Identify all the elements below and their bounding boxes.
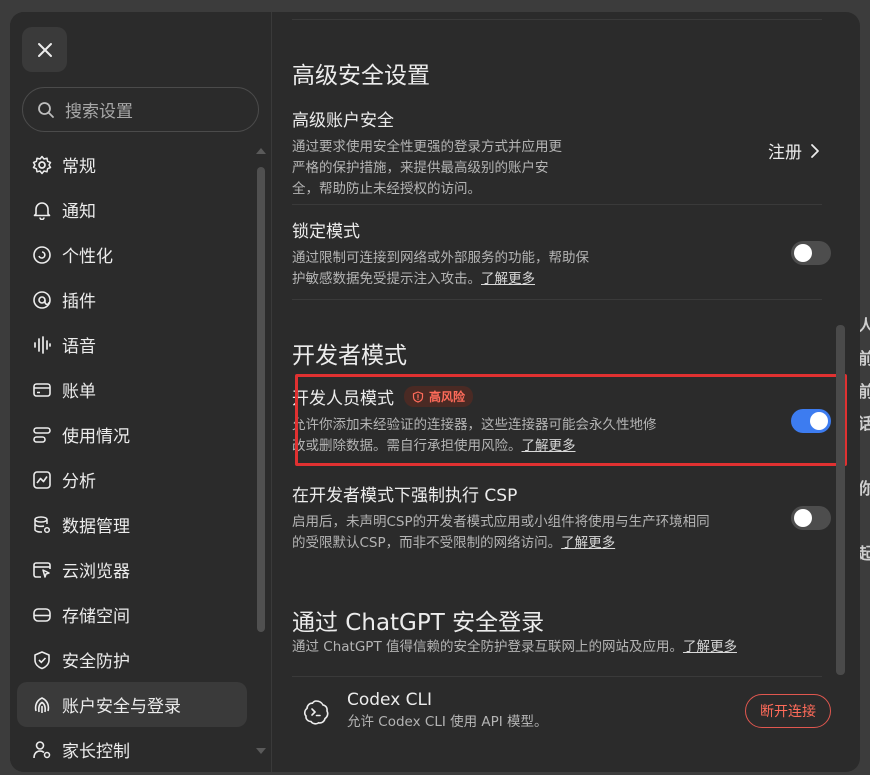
toggle-knob [794,244,812,262]
sidebar-item-label: 分析 [62,472,96,492]
chevron-right-icon [811,143,819,158]
sidebar-item-parental-controls[interactable]: 家长控制 [17,727,247,772]
enforce-csp-toggle[interactable] [791,506,831,530]
search-input[interactable]: 搜索设置 [22,87,259,132]
sidebar-item-label: 常规 [62,157,96,177]
codex-cli-icon [302,698,330,726]
settings-content: 高级安全设置 高级账户安全 通过要求使用安全性更强的登录方式并应用更严格的保护措… [272,12,860,772]
scroll-up-arrow[interactable] [256,148,266,154]
setting-title: 在开发者模式下强制执行 CSP [292,486,518,506]
highlight-box [295,374,847,466]
personalize-icon [32,245,52,265]
setting-description: 通过要求使用安全性更强的登录方式并应用更严格的保护措施，来提供最高级别的账户安全… [292,139,562,197]
settings-dialog: 搜索设置 常规 通知 个性化 插件 语音 账单 使用情况 分析 数据管理 云浏览… [10,12,860,772]
sidebar-item-label: 存储空间 [62,607,130,627]
setting-description: 启用后，未声明CSP的开发者模式应用或小组件将使用与生产环境相同的受限默认CSP… [292,512,717,554]
sidebar-item-billing[interactable]: 账单 [17,367,247,412]
divider [292,676,822,677]
divider [292,299,822,300]
gear-icon [32,155,52,175]
close-icon [37,42,52,57]
sidebar-item-label: 语音 [62,337,96,357]
section-title-advanced: 高级安全设置 [292,63,430,89]
shield-icon [32,650,52,670]
voice-icon [32,335,52,355]
scroll-down-arrow[interactable] [256,748,266,754]
setting-description: 通过 ChatGPT 值得信赖的安全防护登录互联网上的网站及应用。了解更多 [292,637,822,658]
setting-title: 锁定模式 [292,222,360,242]
description-text: 通过限制可连接到网络或外部服务的功能，帮助保护敏感数据免受提示注入攻击。 [292,250,589,287]
connected-app-codex-cli: Codex CLI 允许 Codex CLI 使用 API 模型。 [347,690,727,733]
setting-advanced-account-security: 高级账户安全 通过要求使用安全性更强的登录方式并应用更严格的保护措施，来提供最高… [292,106,822,200]
sidebar-item-voice[interactable]: 语音 [17,322,247,367]
bell-icon [32,200,52,220]
parental-icon [32,740,52,760]
billing-icon [32,380,52,400]
content-scrollbar[interactable] [836,325,845,675]
sidebar-item-analytics[interactable]: 分析 [17,457,247,502]
sidebar-item-storage[interactable]: 存储空间 [17,592,247,637]
sidebar-item-security[interactable]: 安全防护 [17,637,247,682]
sidebar-nav: 常规 通知 个性化 插件 语音 账单 使用情况 分析 数据管理 云浏览器 存储空… [17,142,247,772]
sidebar-item-data-management[interactable]: 数据管理 [17,502,247,547]
setting-title: 高级账户安全 [292,111,394,131]
disconnect-button[interactable]: 断开连接 [745,694,831,728]
divider [292,19,822,20]
chatgpt-login-description: 通过 ChatGPT 值得信赖的安全防护登录互联网上的网站及应用。了解更多 [292,637,822,658]
app-name: Codex CLI [347,690,433,710]
sidebar-item-personalization[interactable]: 个性化 [17,232,247,277]
divider [292,204,822,205]
setting-lockdown-mode: 锁定模式 通过限制可连接到网络或外部服务的功能，帮助保护敏感数据免受提示注入攻击… [292,217,822,290]
sidebar-item-label: 使用情况 [62,427,130,447]
register-label: 注册 [768,143,802,163]
app-description: 允许 Codex CLI 使用 API 模型。 [347,714,548,730]
settings-sidebar: 搜索设置 常规 通知 个性化 插件 语音 账单 使用情况 分析 数据管理 云浏览… [10,12,272,772]
sidebar-item-notifications[interactable]: 通知 [17,187,247,232]
sidebar-item-label: 安全防护 [62,652,130,672]
sidebar-item-label: 云浏览器 [62,562,130,582]
section-title-developer: 开发者模式 [292,343,407,369]
learn-more-link[interactable]: 了解更多 [683,639,737,655]
sidebar-item-general[interactable]: 常规 [17,142,247,187]
description-text: 启用后，未声明CSP的开发者模式应用或小组件将使用与生产环境相同的受限默认CSP… [292,514,710,551]
sidebar-item-label: 插件 [62,292,96,312]
search-placeholder: 搜索设置 [65,102,133,122]
analytics-icon [32,470,52,490]
fingerprint-icon [32,695,52,715]
data-icon [32,515,52,535]
usage-icon [32,425,52,445]
sidebar-item-label: 通知 [62,202,96,222]
sidebar-item-label: 家长控制 [62,742,130,762]
close-button[interactable] [22,27,67,72]
sidebar-scrollbar[interactable] [257,167,265,632]
section-title-chatgpt-login: 通过 ChatGPT 安全登录 [292,610,545,636]
sidebar-item-label: 账单 [62,382,96,402]
sidebar-item-account-security[interactable]: 账户安全与登录 [17,682,247,727]
toggle-knob [794,509,812,527]
sidebar-item-label: 个性化 [62,247,113,267]
plugin-icon [32,290,52,310]
search-icon [38,101,54,118]
learn-more-link[interactable]: 了解更多 [561,535,615,551]
sidebar-item-label: 数据管理 [62,517,130,537]
storage-icon [32,605,52,625]
sidebar-item-cloud-browser[interactable]: 云浏览器 [17,547,247,592]
setting-enforce-csp: 在开发者模式下强制执行 CSP 启用后，未声明CSP的开发者模式应用或小组件将使… [292,481,822,554]
cloud-browser-icon [32,560,52,580]
register-button[interactable]: 注册 [768,138,820,163]
sidebar-item-plugins[interactable]: 插件 [17,277,247,322]
description-text: 通过 ChatGPT 值得信赖的安全防护登录互联网上的网站及应用。 [292,639,683,655]
setting-description: 通过限制可连接到网络或外部服务的功能，帮助保护敏感数据免受提示注入攻击。了解更多 [292,248,602,290]
lockdown-toggle[interactable] [791,241,831,265]
sidebar-item-usage[interactable]: 使用情况 [17,412,247,457]
sidebar-item-label: 账户安全与登录 [62,697,181,717]
learn-more-link[interactable]: 了解更多 [481,271,535,287]
